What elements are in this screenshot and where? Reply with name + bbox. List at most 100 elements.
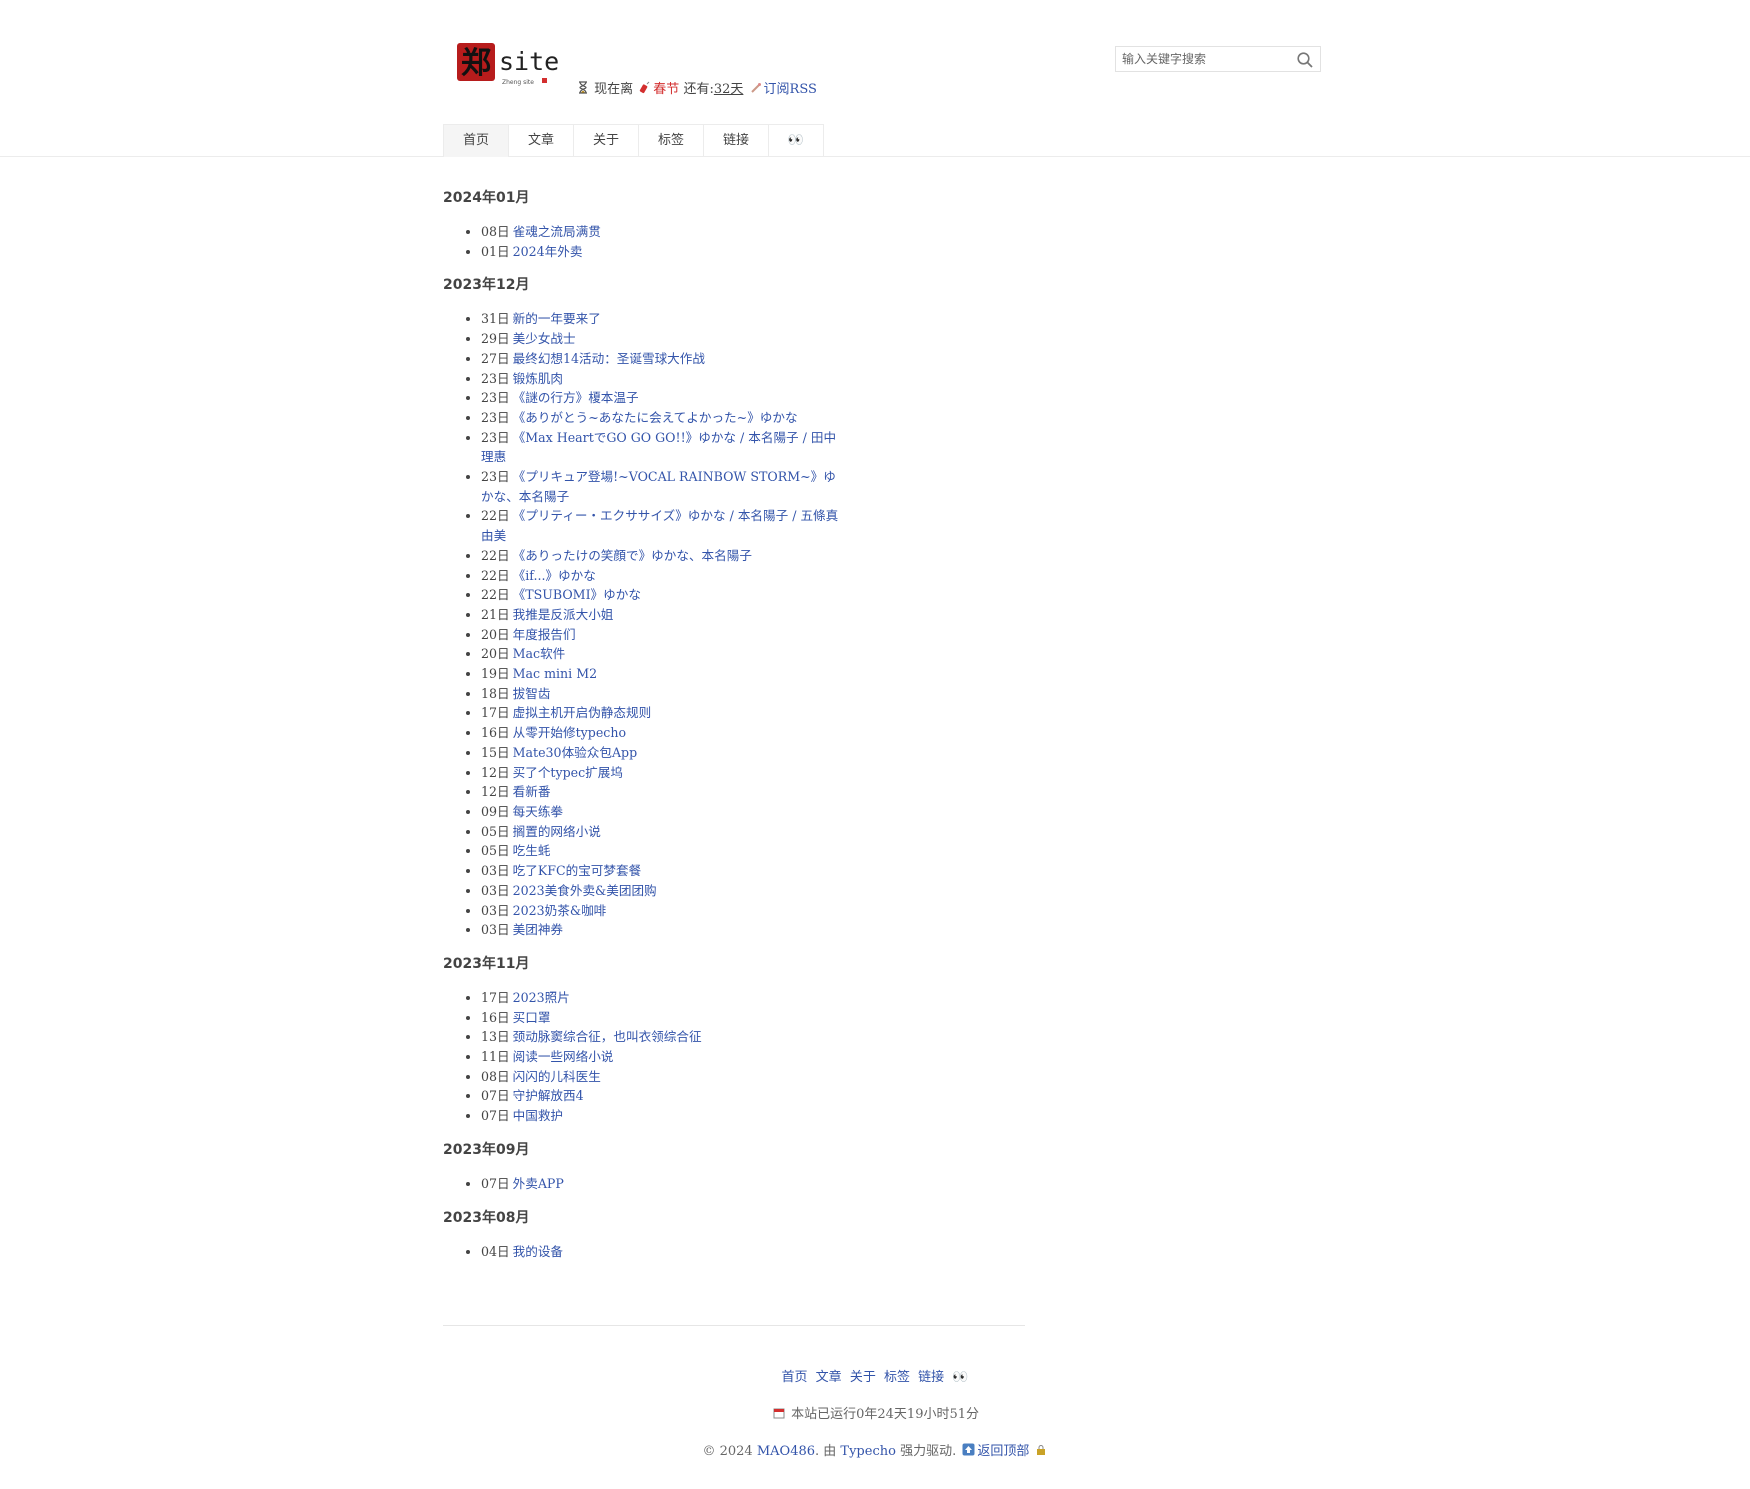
post-link[interactable]: 颈动脉窦综合征，也叫衣领综合征 xyxy=(513,1029,702,1044)
post-link[interactable]: 《ありがとう~あなたに会えてよかった~》ゆかな xyxy=(513,410,798,425)
countdown-days: 32天 xyxy=(713,82,744,97)
typecho-link[interactable]: Typecho xyxy=(840,1444,896,1459)
post-link[interactable]: 闪闪的儿科医生 xyxy=(513,1069,601,1084)
post-item: 11日阅读一些网络小说 xyxy=(481,1047,843,1067)
footer-nav-home[interactable]: 首页 xyxy=(782,1370,808,1385)
post-link[interactable]: 买口罩 xyxy=(513,1010,551,1025)
post-link[interactable]: 新的一年要来了 xyxy=(513,311,601,326)
post-link[interactable]: 美团神券 xyxy=(513,922,563,937)
post-item: 03日美团神券 xyxy=(481,920,843,940)
post-link[interactable]: 《Max HeartでGO GO GO!!》ゆかな / 本名陽子 / 田中理惠 xyxy=(481,430,836,465)
post-day: 22日 xyxy=(481,508,510,524)
post-day: 20日 xyxy=(481,646,510,662)
post-link[interactable]: 我推是反派大小姐 xyxy=(513,607,614,622)
post-day: 07日 xyxy=(481,1175,510,1191)
post-item: 09日每天练拳 xyxy=(481,802,843,822)
post-item: 23日《プリキュア登場!~VOCAL RAINBOW STORM~》ゆかな、本名… xyxy=(481,467,843,506)
post-link[interactable]: 吃生蚝 xyxy=(513,843,551,858)
post-link[interactable]: 中国救护 xyxy=(513,1108,563,1123)
subscribe-rss-link[interactable]: 订阅RSS xyxy=(764,82,817,97)
post-link[interactable]: 买了个typec扩展坞 xyxy=(513,765,623,780)
post-list: 17日2023照片16日买口罩13日颈动脉窦综合征，也叫衣领综合征11日阅读一些… xyxy=(443,988,843,1126)
post-link[interactable]: 守护解放西4 xyxy=(513,1088,584,1103)
back-to-top-link[interactable]: 返回顶部 xyxy=(977,1444,1029,1459)
post-day: 22日 xyxy=(481,547,510,563)
post-link[interactable]: 从零开始修typecho xyxy=(513,725,626,740)
post-link[interactable]: 雀魂之流局满贯 xyxy=(513,224,601,239)
month-heading: 2023年09月 xyxy=(443,1141,530,1158)
post-link[interactable]: 每天练拳 xyxy=(513,804,563,819)
post-link[interactable]: 《プリティー・エクササイズ》ゆかな / 本名陽子 / 五條真由美 xyxy=(481,508,838,543)
post-link[interactable]: 虚拟主机开启伪静态规则 xyxy=(513,705,652,720)
post-day: 23日 xyxy=(481,370,510,386)
post-link[interactable]: 搁置的网络小说 xyxy=(513,824,601,839)
logo-text: site xyxy=(499,47,558,76)
post-link[interactable]: 看新番 xyxy=(513,784,551,799)
post-link[interactable]: 拔智齿 xyxy=(513,686,551,701)
post-day: 05日 xyxy=(481,823,510,839)
search-icon[interactable] xyxy=(1296,51,1314,69)
month-heading: 2023年08月 xyxy=(443,1209,530,1226)
post-item: 05日吃生蚝 xyxy=(481,841,843,861)
post-item: 27日最终幻想14活动：圣诞雪球大作战 xyxy=(481,349,843,369)
post-day: 22日 xyxy=(481,567,510,583)
post-day: 07日 xyxy=(481,1108,510,1124)
post-item: 22日《ありったけの笑顔で》ゆかな、本名陽子 xyxy=(481,546,843,566)
post-link[interactable]: 吃了KFC的宝可梦套餐 xyxy=(513,863,642,878)
post-link[interactable]: 2023奶茶&咖啡 xyxy=(513,903,607,918)
post-item: 08日闪闪的儿科医生 xyxy=(481,1067,843,1087)
post-day: 19日 xyxy=(481,666,510,682)
nav-eyes[interactable]: 👀 xyxy=(769,125,823,157)
post-link[interactable]: 2023照片 xyxy=(513,990,570,1005)
post-item: 03日2023奶茶&咖啡 xyxy=(481,901,843,921)
owner-link[interactable]: MAO486 xyxy=(757,1444,815,1459)
post-link[interactable]: 年度报告们 xyxy=(513,627,576,642)
site-logo[interactable]: 郑 site Zheng site xyxy=(456,40,558,90)
post-link[interactable]: 《謎の行方》榎本温子 xyxy=(513,390,639,405)
post-item: 20日年度报告们 xyxy=(481,625,843,645)
uptime-line: 本站已运行0年24天19小时51分 xyxy=(443,1403,1307,1422)
post-link[interactable]: 锻炼肌肉 xyxy=(513,371,563,386)
nav-links[interactable]: 链接 xyxy=(704,125,769,157)
post-link[interactable]: 美少女战士 xyxy=(513,331,576,346)
post-day: 23日 xyxy=(481,429,510,445)
post-link[interactable]: 《プリキュア登場!~VOCAL RAINBOW STORM~》ゆかな、本名陽子 xyxy=(481,469,836,504)
footer-nav-eyes[interactable]: 👀 xyxy=(952,1370,968,1385)
nav-tags[interactable]: 标签 xyxy=(639,125,704,157)
post-link[interactable]: 《ありったけの笑顔で》ゆかな、本名陽子 xyxy=(513,548,752,563)
post-link[interactable]: 外卖APP xyxy=(513,1176,564,1191)
post-link[interactable]: Mac软件 xyxy=(513,646,566,661)
post-day: 29日 xyxy=(481,331,510,347)
footer-divider xyxy=(443,1325,1025,1326)
footer-nav: 首页 文章 关于 标签 链接 👀 xyxy=(443,1366,1307,1385)
month-heading: 2023年11月 xyxy=(443,955,530,972)
post-day: 03日 xyxy=(481,922,510,938)
post-item: 21日我推是反派大小姐 xyxy=(481,605,843,625)
footer-nav-about[interactable]: 关于 xyxy=(850,1370,876,1385)
post-link[interactable]: 阅读一些网络小说 xyxy=(513,1049,614,1064)
footer-nav-links[interactable]: 链接 xyxy=(918,1370,944,1385)
post-link[interactable]: Mate30体验众包App xyxy=(513,745,638,760)
post-link[interactable]: 2023美食外卖&美团团购 xyxy=(513,883,657,898)
post-link[interactable]: 《TSUBOMI》ゆかな xyxy=(513,587,641,602)
post-link[interactable]: Mac mini M2 xyxy=(513,666,597,681)
post-link[interactable]: 2024年外卖 xyxy=(513,244,583,259)
post-day: 03日 xyxy=(481,882,510,898)
nav-articles[interactable]: 文章 xyxy=(509,125,574,157)
post-item: 23日《Max HeartでGO GO GO!!》ゆかな / 本名陽子 / 田中… xyxy=(481,428,843,467)
footer-nav-tags[interactable]: 标签 xyxy=(884,1370,910,1385)
post-day: 05日 xyxy=(481,843,510,859)
post-link[interactable]: 最终幻想14活动：圣诞雪球大作战 xyxy=(513,351,705,366)
post-link[interactable]: 我的设备 xyxy=(513,1244,563,1259)
search-input[interactable] xyxy=(1116,47,1298,71)
up-arrow-icon xyxy=(962,1443,975,1456)
post-item: 15日Mate30体验众包App xyxy=(481,743,843,763)
nav-about[interactable]: 关于 xyxy=(574,125,639,157)
footer-nav-articles[interactable]: 文章 xyxy=(816,1370,842,1385)
post-day: 11日 xyxy=(481,1049,510,1065)
nav-home[interactable]: 首页 xyxy=(444,125,509,157)
site-header: 郑 site Zheng site 现在离 春节 还有:32天 订阅RSS 首页… xyxy=(0,0,1750,157)
powered-text: 强力驱动. xyxy=(900,1444,957,1459)
archive-list: 2024年01月08日雀魂之流局满贯01日2024年外卖2023年12月31日新… xyxy=(443,186,843,1273)
post-link[interactable]: 《if...》ゆかな xyxy=(513,568,596,583)
